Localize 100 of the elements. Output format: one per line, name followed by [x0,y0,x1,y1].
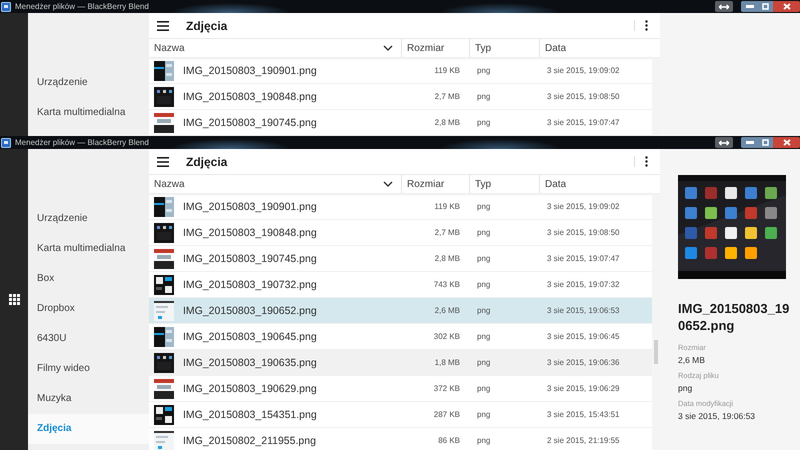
double-arrow-icon [718,140,730,146]
maximize-button[interactable] [758,1,773,12]
file-date: 3 sie 2015, 19:07:47 [546,118,621,127]
maximize-icon [762,139,769,146]
file-row[interactable]: IMG_20150803_190745.png 2,8 MB png 3 sie 2015, 19:07:47 [149,246,652,272]
file-date: 2 sie 2015, 21:19:55 [546,436,621,445]
field-value: png [678,383,694,393]
file-row[interactable]: IMG_20150803_154351.png 287 KB png 3 sie 2015, 15:43:51 [149,402,652,428]
file-row[interactable]: IMG_20150802_211955.png 86 KB png 2 sie 2015, 21:19:55 [149,428,652,450]
menu-icon[interactable] [157,20,169,30]
column-header[interactable]: Nazwa [149,175,402,193]
file-size: 2,8 MB [434,118,461,127]
file-size: 302 KB [432,332,461,341]
file-size: 2,7 MB [434,228,461,237]
file-row[interactable]: IMG_20150803_190848.png 2,7 MB png 3 sie 2015, 19:08:50 [149,84,652,110]
file-name: IMG_20150803_190745.png [183,252,317,264]
minimize-button[interactable] [741,137,758,148]
scrollbar[interactable] [652,194,660,450]
file-name: IMG_20150803_190645.png [183,330,317,342]
close-icon [782,3,790,10]
sidebar-item[interactable]: Filmy wideo [28,354,149,384]
column-header[interactable]: Data [540,39,652,57]
sidebar-item[interactable]: Karta multimedialna [28,234,149,264]
file-date: 3 sie 2015, 19:09:02 [546,202,621,211]
close-button[interactable] [773,137,800,148]
file-type: png [476,92,492,101]
sidebar-item[interactable]: Urządzenie [28,204,149,234]
file-size: 86 KB [437,436,461,445]
file-type: png [476,66,492,75]
file-date: 3 sie 2015, 15:43:51 [546,410,621,419]
file-date: 3 sie 2015, 19:06:29 [546,384,621,393]
scrollbar-thumb[interactable] [654,340,658,364]
file-row[interactable]: IMG_20150803_190652.png 2,6 MB png 3 sie 2015, 19:06:53 [149,298,652,324]
file-row[interactable]: IMG_20150803_190635.png 1,8 MB png 3 sie 2015, 19:06:36 [149,350,652,376]
file-name: IMG_20150803_154351.png [183,408,317,420]
file-name: IMG_20150803_190848.png [183,226,317,238]
sidebar-item[interactable]: Dropbox [28,294,149,324]
file-date: 3 sie 2015, 19:07:47 [546,254,621,263]
page-title: Zdjęcia [186,154,228,168]
window-title: Menedżer plików — BlackBerry Blend [15,138,149,147]
file-row[interactable]: IMG_20150803_190629.png 372 KB png 3 sie 2015, 19:06:29 [149,376,652,402]
chevron-down-icon[interactable] [383,45,393,51]
file-row[interactable]: IMG_20150803_190848.png 2,7 MB png 3 sie 2015, 19:08:50 [149,220,652,246]
field-value: 2,6 MB [678,355,706,365]
sidebar-item[interactable]: Urządzenie [28,68,149,98]
resize-button[interactable] [715,137,733,148]
file-name: IMG_20150803_190745.png [183,116,317,128]
file-type: png [476,358,492,367]
sidebar-item[interactable]: Muzyka [28,384,149,414]
file-type: png [476,384,492,393]
more-icon[interactable] [634,20,648,31]
file-size: 372 KB [432,384,461,393]
file-name: IMG_20150803_190848.png [183,90,317,102]
file-type: png [476,410,492,419]
file-date: 3 sie 2015, 19:06:53 [546,306,621,315]
scrollbar[interactable] [652,58,660,136]
close-button[interactable] [773,1,800,12]
column-header[interactable]: Typ [470,175,540,193]
column-header[interactable]: Typ [470,39,540,57]
file-row[interactable]: IMG_20150803_190901.png 119 KB png 3 sie 2015, 19:09:02 [149,194,652,220]
window-title: Menedżer plików — BlackBerry Blend [15,2,149,11]
minimize-icon [746,141,754,144]
sidebar-item[interactable]: 6430U [28,324,149,354]
column-header[interactable]: Data [540,175,652,193]
file-type: png [476,202,492,211]
file-name: IMG_20150802_211955.png [183,434,316,446]
app-icon [1,138,11,148]
app-grid-icon[interactable] [8,294,20,305]
sidebar-item[interactable]: Karta multimedialna [28,98,149,128]
file-size: 743 KB [432,280,461,289]
file-row[interactable]: IMG_20150803_190901.png 119 KB png 3 sie 2015, 19:09:02 [149,58,652,84]
file-name: IMG_20150803_190652.png [678,300,790,334]
maximize-icon [762,3,769,10]
column-header[interactable]: Rozmiar [402,175,470,193]
maximize-button[interactable] [758,137,773,148]
file-date: 3 sie 2015, 19:06:45 [546,332,621,341]
file-size: 1,8 MB [434,358,461,367]
file-type: png [476,254,492,263]
chevron-down-icon[interactable] [383,181,393,187]
file-name: IMG_20150803_190652.png [183,304,317,316]
file-type: png [476,332,492,341]
file-date: 3 sie 2015, 19:09:02 [546,66,621,75]
file-name: IMG_20150803_190901.png [183,64,317,76]
column-header[interactable]: Rozmiar [402,39,470,57]
minimize-button[interactable] [741,1,758,12]
file-size: 119 KB [433,202,461,211]
file-type: png [476,306,492,315]
resize-button[interactable] [715,1,733,12]
menu-icon[interactable] [157,156,169,166]
close-icon [782,139,790,146]
field-value: 3 sie 2015, 19:06:53 [678,411,756,421]
column-header[interactable]: Nazwa [149,39,402,57]
file-size: 2,7 MB [434,92,461,101]
file-type: png [476,118,492,127]
sidebar-item[interactable]: Box [28,264,149,294]
double-arrow-icon [718,4,730,10]
more-icon[interactable] [634,156,648,167]
file-name: IMG_20150803_190732.png [183,278,317,290]
file-date: 3 sie 2015, 19:07:32 [546,280,621,289]
file-type: png [476,280,492,289]
